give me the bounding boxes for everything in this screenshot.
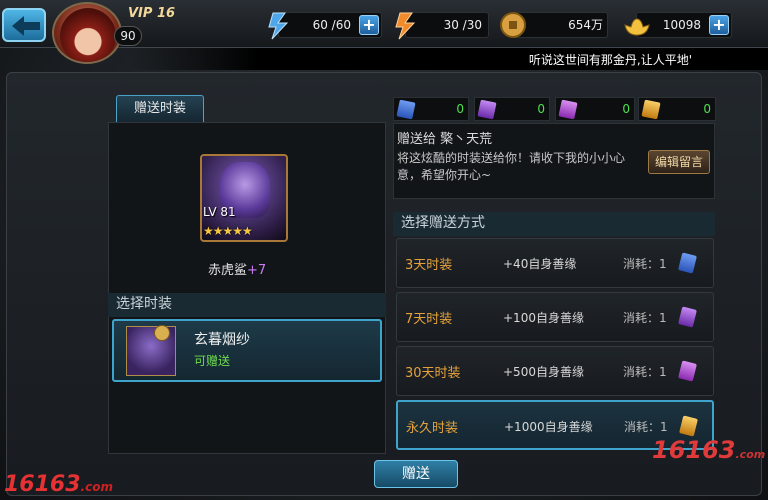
option-gain: +1000自身善缘: [504, 420, 593, 434]
option-gain: +40自身善缘: [503, 257, 577, 271]
hero-stars: ★★★★★: [203, 224, 253, 238]
card-count-gold: 0: [638, 97, 716, 121]
option-cost: 消耗：1: [624, 420, 668, 434]
option-name: 永久时装: [406, 421, 459, 436]
hero-name: 赤虎鲨+7: [208, 259, 266, 278]
hero-plus: +7: [247, 263, 267, 278]
news-ticker: 听说这世间有那金丹,让人平地': [130, 48, 768, 70]
stamina-icon: [268, 12, 289, 40]
purple-card-icon: [477, 99, 497, 120]
card-count-blue: 0: [393, 97, 469, 121]
option-name: 3天时装: [405, 258, 453, 273]
back-button[interactable]: [2, 8, 46, 42]
fashion-status: 可赠送: [194, 354, 231, 368]
player-avatar[interactable]: [52, 2, 122, 64]
fashion-item[interactable]: 玄暮烟纱 可赠送: [112, 319, 382, 382]
coin-value: 654万: [568, 18, 603, 32]
option-7-day[interactable]: 7天时装 +100自身善缘 消耗：1: [396, 292, 714, 342]
vitality-counter: 30 /30: [395, 12, 489, 40]
gold-card-icon: [679, 415, 698, 437]
option-cost: 消耗：1: [623, 311, 667, 325]
vitality-icon: [395, 12, 416, 40]
player-level: 90: [114, 26, 142, 46]
vitality-value: 30 /30: [443, 18, 482, 32]
gold-value: 10098: [662, 18, 701, 32]
back-arrow-icon: [12, 16, 40, 36]
option-gain: +500自身善缘: [503, 365, 584, 379]
vip-level: VIP 16: [128, 6, 176, 21]
edit-message-button[interactable]: 编辑留言: [648, 150, 710, 174]
gift-method-header: 选择赠送方式: [393, 212, 715, 236]
card-count-violet: 0: [555, 97, 635, 121]
gold-card-icon: [641, 99, 661, 120]
violet-card-icon: [558, 99, 578, 120]
send-gift-button[interactable]: 赠送: [374, 460, 458, 488]
option-3-day[interactable]: 3天时装 +40自身善缘 消耗：1: [396, 238, 714, 288]
fashion-badge-icon: [154, 325, 170, 341]
gold-counter: 10098 +: [624, 12, 732, 38]
purple-card-icon: [678, 306, 697, 328]
watermark-left: 16163.com: [4, 472, 113, 497]
add-stamina-button[interactable]: +: [359, 15, 379, 35]
select-fashion-header: 选择时装: [108, 293, 386, 317]
option-30-day[interactable]: 30天时装 +500自身善缘 消耗：1: [396, 346, 714, 396]
hero-name-text: 赤虎鲨: [208, 263, 248, 278]
stamina-counter: 60 /60 +: [268, 12, 382, 40]
option-cost: 消耗：1: [623, 365, 667, 379]
ticker-text: 听说这世间有那金丹,让人平地': [528, 53, 692, 67]
send-to-label: 赠送给 檠丶天荒: [397, 132, 493, 147]
tab-gift-fashion[interactable]: 赠送时装: [116, 95, 204, 123]
watermark-right: 16163.com: [652, 436, 766, 464]
coin-counter: 654万: [500, 12, 608, 38]
stamina-value: 60 /60: [312, 18, 351, 32]
hero-level: LV 81: [203, 205, 236, 219]
blue-card-icon: [678, 252, 697, 274]
fashion-name: 玄暮烟纱: [194, 332, 250, 348]
option-cost: 消耗：1: [623, 257, 667, 271]
gift-message: 将这炫酷的时装送给你！请收下我的小小心意，希望你开心~: [397, 151, 626, 182]
blue-card-icon: [396, 99, 416, 120]
option-name: 7天时装: [405, 312, 453, 327]
gold-ingot-icon: [624, 18, 650, 36]
option-gain: +100自身善缘: [503, 311, 584, 325]
add-gold-button[interactable]: +: [709, 15, 729, 35]
option-name: 30天时装: [405, 366, 461, 381]
coin-icon: [500, 12, 526, 38]
card-count-purple: 0: [474, 97, 550, 121]
violet-card-icon: [678, 360, 697, 382]
